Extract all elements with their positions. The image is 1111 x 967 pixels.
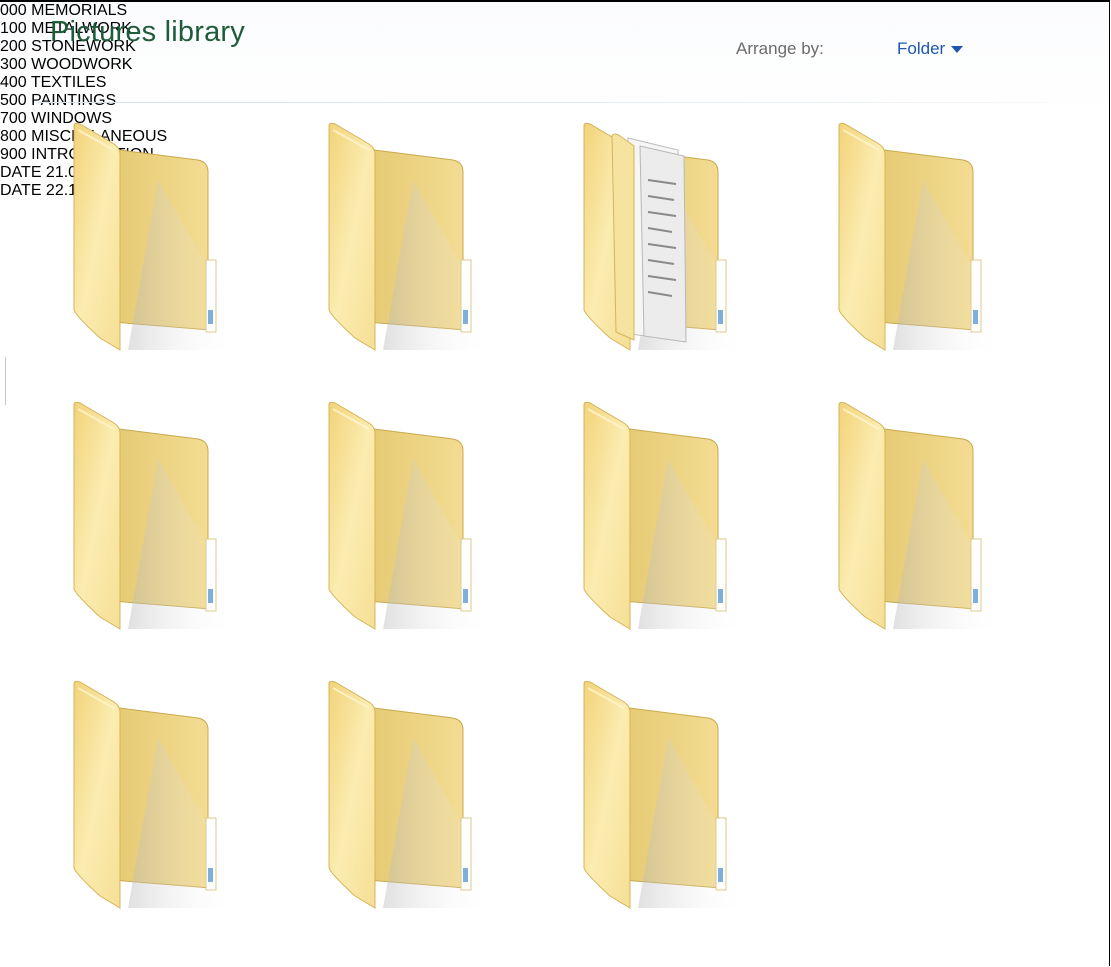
folder-icon-graphic	[838, 122, 1003, 351]
folder-icon-graphic	[73, 680, 238, 909]
folder-documents-graphic	[583, 122, 748, 351]
folder-icon-graphic	[328, 680, 493, 909]
folder-label[interactable]: 400 TEXTILES	[0, 74, 1109, 92]
folder-item[interactable]	[58, 678, 238, 913]
header-divider	[38, 102, 1048, 103]
folder-icon-graphic	[583, 680, 748, 909]
folder-item[interactable]	[568, 678, 748, 913]
folder-item[interactable]	[823, 399, 1003, 634]
folder-item[interactable]	[823, 120, 1003, 355]
folder-item[interactable]	[568, 399, 748, 634]
folder-label[interactable]: 500 PAINTINGS	[0, 92, 1109, 110]
folder-icon-graphic	[838, 401, 1003, 630]
divider	[5, 357, 6, 405]
folder-item[interactable]	[313, 678, 493, 913]
folder-icon-graphic	[583, 401, 748, 630]
chevron-down-icon[interactable]	[951, 46, 964, 54]
folder-item[interactable]	[568, 120, 748, 355]
folder-icon-graphic	[328, 122, 493, 351]
arrange-by-label: Arrange by:	[736, 39, 824, 58]
arrange-by-dropdown[interactable]: Folder	[897, 39, 964, 59]
folder-item[interactable]	[313, 120, 493, 355]
folder-icon-graphic	[73, 122, 238, 351]
folder-item[interactable]	[58, 120, 238, 355]
page-title: Pictures library	[50, 16, 245, 48]
folder-item[interactable]	[313, 399, 493, 634]
folder-item[interactable]	[58, 399, 238, 634]
arrange-by-value[interactable]: Folder	[897, 39, 945, 58]
folder-icon-graphic	[328, 401, 493, 630]
library-window: Pictures library Arrange by: Folder 000 …	[0, 0, 1110, 966]
folder-icon-graphic	[73, 401, 238, 630]
